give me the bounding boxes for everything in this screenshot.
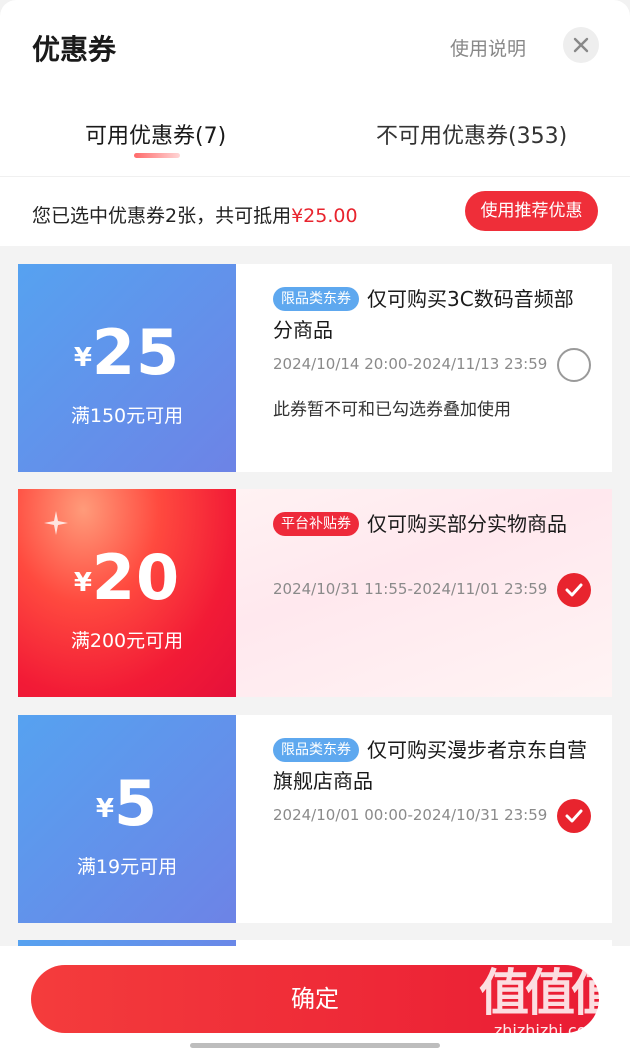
selection-summary: 您已选中优惠券2张，共可抵用¥25.00 使用推荐优惠 [0,176,630,246]
close-button[interactable] [563,27,599,63]
usage-instructions-link[interactable]: 使用说明 [450,34,526,61]
watermark: 值值值 zhizhizhi.com [478,964,621,1040]
coupon-select-checkbox[interactable] [557,799,591,833]
coupon-condition: 满150元可用 [70,405,184,427]
currency-symbol: ¥ [95,794,114,824]
coupon-value-stub: ¥20 满200元可用 [18,489,236,697]
coupon-amount-value: 20 [91,541,181,614]
coupon-amount-value: 5 [113,767,159,840]
coupon-sheet: 优惠券 使用说明 可用优惠券(7) 不可用优惠券(353) 您已选中优惠券2张，… [0,0,630,1051]
coupon-tag: 限品类东券 [273,738,359,762]
active-tab-indicator [134,153,180,158]
coupon-select-radio[interactable] [557,348,591,382]
summary-amount: ¥25.00 [291,205,358,227]
coupon-validity: 2024/10/01 00:00-2024/10/31 23:59 [273,806,548,824]
coupon-amount-value: 25 [91,316,181,389]
coupon-condition: 满200元可用 [70,630,184,652]
check-icon [565,583,583,597]
coupon-tag: 平台补贴券 [273,512,359,536]
home-indicator [190,1043,440,1048]
coupon-validity: 2024/10/14 20:00-2024/11/13 23:59 [273,355,548,373]
coupon-amount: ¥25 [18,316,236,389]
coupon-card[interactable]: ¥25 满150元可用 限品类东券 仅可购买3C数码音频部分商品 2024/10/… [18,264,612,472]
coupon-value-stub: ¥5 满19元可用 [18,715,236,923]
sparkle-icon [44,511,68,535]
sheet-header: 优惠券 使用说明 可用优惠券(7) 不可用优惠券(353) [0,0,630,176]
coupon-description: 限品类东券 仅可购买漫步者京东自营旗舰店商品 [273,735,593,797]
page-title: 优惠券 [32,33,117,66]
close-icon [573,37,589,53]
coupon-validity: 2024/10/31 11:55-2024/11/01 23:59 [273,580,548,598]
coupon-amount: ¥5 [18,767,236,840]
coupon-card[interactable]: ¥20 满200元可用 平台补贴券 仅可购买部分实物商品 2024/10/31 1… [18,489,612,697]
coupon-note: 此券暂不可和已勾选券叠加使用 [273,400,511,420]
coupon-value-stub: ¥25 满150元可用 [18,264,236,472]
watermark-logo: 值值值 [479,964,621,1022]
watermark-site: zhizhizhi.com [493,1021,603,1040]
coupon-info: 限品类东券 仅可购买漫步者京东自营旗舰店商品 2024/10/01 00:00-2… [236,715,612,923]
coupon-description: 限品类东券 仅可购买3C数码音频部分商品 [273,284,593,346]
tab-unavailable-coupons[interactable]: 不可用优惠券(353) [376,118,567,150]
coupon-card[interactable]: ¥5 满19元可用 限品类东券 仅可购买漫步者京东自营旗舰店商品 2024/10/… [18,715,612,923]
tab-available-coupons[interactable]: 可用优惠券(7) [85,118,226,150]
coupon-info: 限品类东券 仅可购买3C数码音频部分商品 2024/10/14 20:00-202… [236,264,612,472]
use-recommended-button[interactable]: 使用推荐优惠 [465,191,598,231]
coupon-condition: 满19元可用 [76,856,178,878]
coupon-tag: 限品类东券 [273,287,359,311]
coupon-description-text: 仅可购买部分实物商品 [367,512,567,536]
check-icon [565,809,583,823]
coupon-info: 平台补贴券 仅可购买部分实物商品 2024/10/31 11:55-2024/11… [236,489,612,697]
coupon-select-checkbox[interactable] [557,573,591,607]
currency-symbol: ¥ [73,568,92,598]
coupon-amount: ¥20 [18,541,236,614]
currency-symbol: ¥ [73,343,92,373]
summary-label: 您已选中优惠券2张，共可抵用 [32,205,292,227]
coupon-description: 平台补贴券 仅可购买部分实物商品 [273,509,593,540]
summary-text: 您已选中优惠券2张，共可抵用¥25.00 [32,201,358,228]
